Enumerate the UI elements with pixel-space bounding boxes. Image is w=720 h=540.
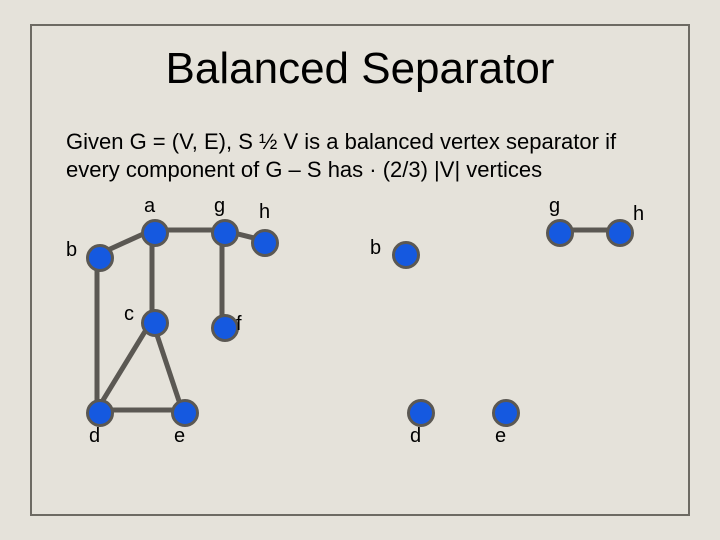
node-b2: [392, 241, 420, 269]
graph-stage: a b g h c f d e b g h d e: [62, 195, 662, 455]
label-e2: e: [495, 425, 506, 448]
node-g: [211, 219, 239, 247]
label-b: b: [66, 239, 77, 262]
label-d: d: [89, 425, 100, 448]
label-b2: b: [370, 237, 381, 260]
label-a: a: [144, 195, 155, 218]
node-h: [251, 229, 279, 257]
label-g2: g: [549, 195, 560, 218]
label-f: f: [236, 313, 242, 336]
node-b: [86, 244, 114, 272]
label-h: h: [259, 201, 270, 224]
node-d2: [407, 399, 435, 427]
node-g2: [546, 219, 574, 247]
node-a: [141, 219, 169, 247]
node-d: [86, 399, 114, 427]
node-h2: [606, 219, 634, 247]
definition-text: Given G = (V, E), S ½ V is a balanced ve…: [66, 128, 654, 183]
node-f: [211, 314, 239, 342]
node-c: [141, 309, 169, 337]
label-c: c: [124, 303, 134, 326]
node-e: [171, 399, 199, 427]
label-h2: h: [633, 203, 644, 226]
label-e: e: [174, 425, 185, 448]
page-title: Balanced Separator: [32, 26, 688, 100]
label-d2: d: [410, 425, 421, 448]
node-e2: [492, 399, 520, 427]
label-g: g: [214, 195, 225, 218]
